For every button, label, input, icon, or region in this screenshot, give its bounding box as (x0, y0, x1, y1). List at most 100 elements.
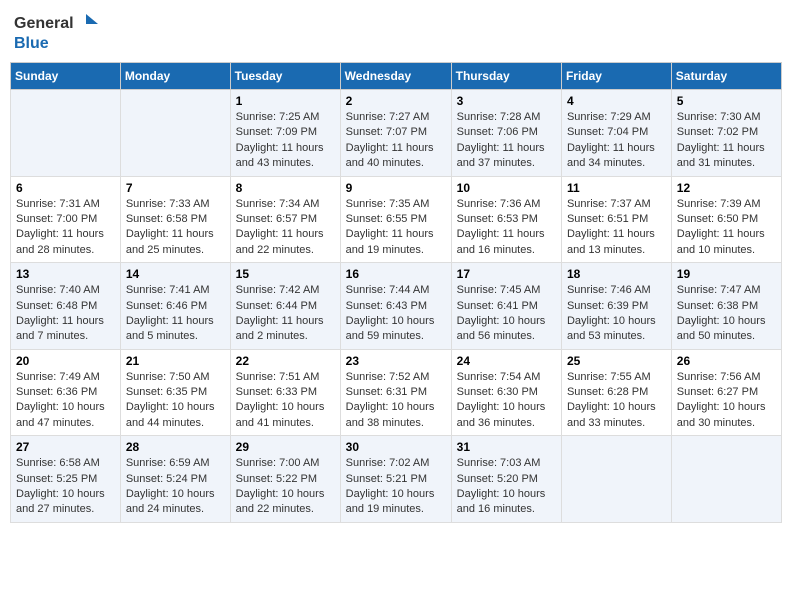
calendar-cell: 19 Sunrise: 7:47 AM Sunset: 6:38 PM Dayli… (671, 263, 781, 350)
day-info: Sunrise: 7:27 AM Sunset: 7:07 PM Dayligh… (346, 110, 446, 172)
week-row-2: 6 Sunrise: 7:31 AM Sunset: 7:00 PM Daylig… (11, 176, 782, 263)
day-info: Sunrise: 7:37 AM Sunset: 6:51 PM Dayligh… (567, 197, 666, 259)
calendar-cell: 20 Sunrise: 7:49 AM Sunset: 6:36 PM Dayli… (11, 349, 121, 436)
day-number: 3 (457, 94, 556, 108)
day-info: Sunrise: 7:00 AM Sunset: 5:22 PM Dayligh… (236, 456, 335, 518)
calendar-cell: 3 Sunrise: 7:28 AM Sunset: 7:06 PM Daylig… (451, 90, 561, 177)
day-info: Sunrise: 7:41 AM Sunset: 6:46 PM Dayligh… (126, 283, 225, 345)
day-info: Sunrise: 7:02 AM Sunset: 5:21 PM Dayligh… (346, 456, 446, 518)
day-number: 22 (236, 354, 335, 368)
day-number: 5 (677, 94, 776, 108)
calendar-cell: 5Sunrise: 7:30 AM Sunset: 7:02 PM Daylig… (671, 90, 781, 177)
day-number: 30 (346, 440, 446, 454)
day-number: 9 (346, 181, 446, 195)
calendar-cell: 29 Sunrise: 7:00 AM Sunset: 5:22 PM Dayli… (230, 436, 340, 523)
day-number: 26 (677, 354, 776, 368)
calendar-cell: 2 Sunrise: 7:27 AM Sunset: 7:07 PM Daylig… (340, 90, 451, 177)
calendar-cell: 21 Sunrise: 7:50 AM Sunset: 6:35 PM Dayli… (120, 349, 230, 436)
day-number: 20 (16, 354, 115, 368)
calendar-cell: 30 Sunrise: 7:02 AM Sunset: 5:21 PM Dayli… (340, 436, 451, 523)
day-number: 6 (16, 181, 115, 195)
svg-text:Blue: Blue (14, 35, 49, 52)
header-day-monday: Monday (120, 63, 230, 90)
header-day-friday: Friday (561, 63, 671, 90)
day-info: Sunrise: 7:29 AM Sunset: 7:04 PM Dayligh… (567, 110, 666, 172)
day-info: Sunrise: 7:50 AM Sunset: 6:35 PM Dayligh… (126, 370, 225, 432)
calendar-cell: 28 Sunrise: 6:59 AM Sunset: 5:24 PM Dayli… (120, 436, 230, 523)
day-number: 13 (16, 267, 115, 281)
calendar-cell (561, 436, 671, 523)
header-day-sunday: Sunday (11, 63, 121, 90)
day-number: 10 (457, 181, 556, 195)
calendar-cell: 11 Sunrise: 7:37 AM Sunset: 6:51 PM Dayli… (561, 176, 671, 263)
day-number: 2 (346, 94, 446, 108)
logo: General Blue (14, 10, 104, 54)
page-header: General Blue (10, 10, 782, 54)
header-row: SundayMondayTuesdayWednesdayThursdayFrid… (11, 63, 782, 90)
calendar-cell: 27 Sunrise: 6:58 AM Sunset: 5:25 PM Dayli… (11, 436, 121, 523)
day-info: Sunrise: 7:36 AM Sunset: 6:53 PM Dayligh… (457, 197, 556, 259)
svg-text:General: General (14, 15, 74, 32)
day-info: Sunrise: 7:55 AM Sunset: 6:28 PM Dayligh… (567, 370, 666, 432)
day-info: Sunrise: 7:34 AM Sunset: 6:57 PM Dayligh… (236, 197, 335, 259)
day-info: Sunrise: 7:39 AM Sunset: 6:50 PM Dayligh… (677, 197, 776, 259)
day-info: Sunrise: 7:42 AM Sunset: 6:44 PM Dayligh… (236, 283, 335, 345)
day-info: Sunrise: 7:44 AM Sunset: 6:43 PM Dayligh… (346, 283, 446, 345)
day-number: 18 (567, 267, 666, 281)
calendar-cell (120, 90, 230, 177)
day-info: Sunrise: 7:47 AM Sunset: 6:38 PM Dayligh… (677, 283, 776, 345)
day-number: 16 (346, 267, 446, 281)
calendar-cell: 17Sunrise: 7:45 AM Sunset: 6:41 PM Dayli… (451, 263, 561, 350)
calendar-cell: 23 Sunrise: 7:52 AM Sunset: 6:31 PM Dayli… (340, 349, 451, 436)
calendar-cell: 4Sunrise: 7:29 AM Sunset: 7:04 PM Daylig… (561, 90, 671, 177)
day-number: 25 (567, 354, 666, 368)
day-info: Sunrise: 7:28 AM Sunset: 7:06 PM Dayligh… (457, 110, 556, 172)
week-row-3: 13 Sunrise: 7:40 AM Sunset: 6:48 PM Dayli… (11, 263, 782, 350)
day-number: 29 (236, 440, 335, 454)
day-number: 24 (457, 354, 556, 368)
day-info: Sunrise: 6:58 AM Sunset: 5:25 PM Dayligh… (16, 456, 115, 518)
calendar-cell: 1 Sunrise: 7:25 AM Sunset: 7:09 PM Daylig… (230, 90, 340, 177)
day-number: 12 (677, 181, 776, 195)
day-info: Sunrise: 7:52 AM Sunset: 6:31 PM Dayligh… (346, 370, 446, 432)
calendar-cell: 25 Sunrise: 7:55 AM Sunset: 6:28 PM Dayli… (561, 349, 671, 436)
day-number: 27 (16, 440, 115, 454)
day-info: Sunrise: 7:46 AM Sunset: 6:39 PM Dayligh… (567, 283, 666, 345)
day-info: Sunrise: 7:54 AM Sunset: 6:30 PM Dayligh… (457, 370, 556, 432)
calendar-cell (11, 90, 121, 177)
day-number: 15 (236, 267, 335, 281)
calendar-cell: 26 Sunrise: 7:56 AM Sunset: 6:27 PM Dayli… (671, 349, 781, 436)
calendar-cell: 31Sunrise: 7:03 AM Sunset: 5:20 PM Dayli… (451, 436, 561, 523)
week-row-1: 1 Sunrise: 7:25 AM Sunset: 7:09 PM Daylig… (11, 90, 782, 177)
day-number: 31 (457, 440, 556, 454)
day-number: 7 (126, 181, 225, 195)
day-info: Sunrise: 7:31 AM Sunset: 7:00 PM Dayligh… (16, 197, 115, 259)
header-day-saturday: Saturday (671, 63, 781, 90)
day-number: 23 (346, 354, 446, 368)
day-info: Sunrise: 7:25 AM Sunset: 7:09 PM Dayligh… (236, 110, 335, 172)
day-number: 17 (457, 267, 556, 281)
day-number: 28 (126, 440, 225, 454)
calendar-cell: 14 Sunrise: 7:41 AM Sunset: 6:46 PM Dayli… (120, 263, 230, 350)
day-number: 19 (677, 267, 776, 281)
calendar-cell: 13 Sunrise: 7:40 AM Sunset: 6:48 PM Dayli… (11, 263, 121, 350)
day-number: 14 (126, 267, 225, 281)
day-number: 11 (567, 181, 666, 195)
day-info: Sunrise: 6:59 AM Sunset: 5:24 PM Dayligh… (126, 456, 225, 518)
week-row-5: 27 Sunrise: 6:58 AM Sunset: 5:25 PM Dayli… (11, 436, 782, 523)
day-info: Sunrise: 7:51 AM Sunset: 6:33 PM Dayligh… (236, 370, 335, 432)
week-row-4: 20 Sunrise: 7:49 AM Sunset: 6:36 PM Dayli… (11, 349, 782, 436)
calendar-cell (671, 436, 781, 523)
day-number: 8 (236, 181, 335, 195)
calendar-table: SundayMondayTuesdayWednesdayThursdayFrid… (10, 62, 782, 523)
header-day-wednesday: Wednesday (340, 63, 451, 90)
calendar-cell: 18 Sunrise: 7:46 AM Sunset: 6:39 PM Dayli… (561, 263, 671, 350)
calendar-cell: 22 Sunrise: 7:51 AM Sunset: 6:33 PM Dayli… (230, 349, 340, 436)
day-number: 21 (126, 354, 225, 368)
day-info: Sunrise: 7:40 AM Sunset: 6:48 PM Dayligh… (16, 283, 115, 345)
day-info: Sunrise: 7:49 AM Sunset: 6:36 PM Dayligh… (16, 370, 115, 432)
day-number: 1 (236, 94, 335, 108)
day-info: Sunrise: 7:35 AM Sunset: 6:55 PM Dayligh… (346, 197, 446, 259)
header-day-tuesday: Tuesday (230, 63, 340, 90)
day-info: Sunrise: 7:56 AM Sunset: 6:27 PM Dayligh… (677, 370, 776, 432)
